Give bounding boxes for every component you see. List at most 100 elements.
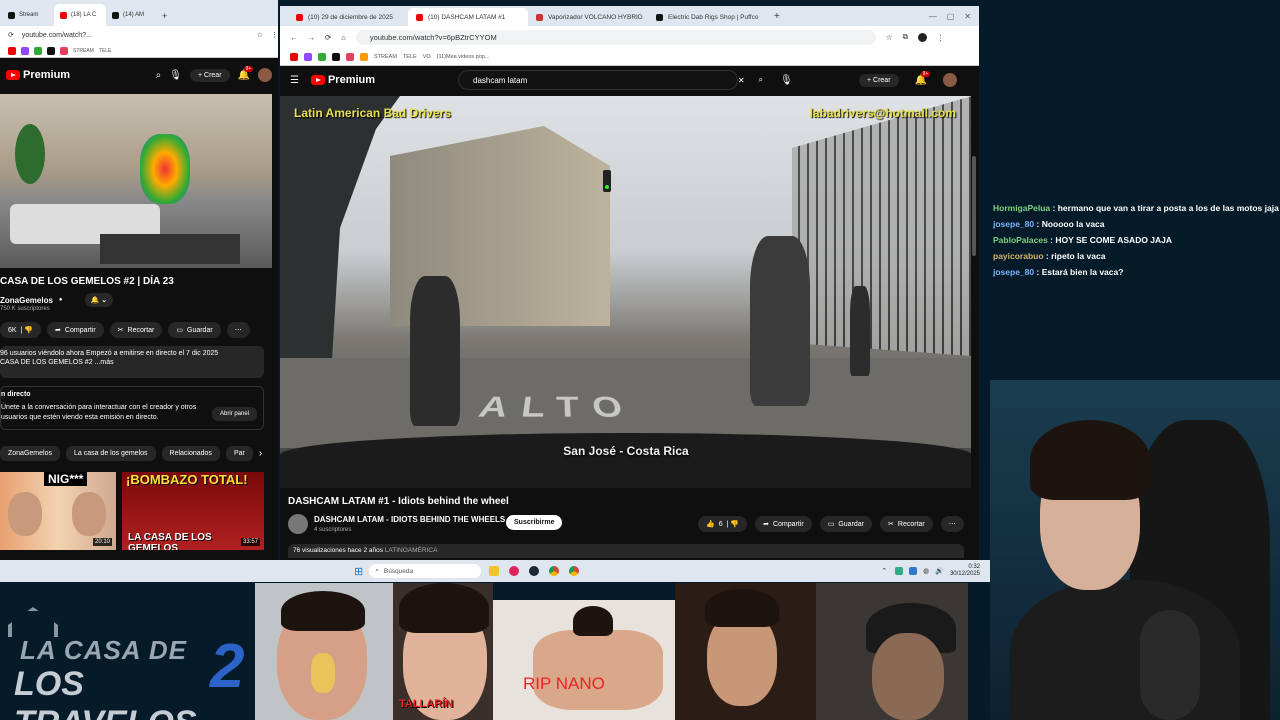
left-tab-3[interactable]: (14) AM <box>106 4 158 26</box>
mic-icon[interactable]: 🎙 <box>169 70 182 81</box>
right-tab-1[interactable]: (10) 29 de diciembre de 2025 <box>288 8 408 26</box>
close-window-icon[interactable]: ✕ <box>964 12 971 21</box>
tray-app-icon-2[interactable] <box>909 567 918 575</box>
left-video-player[interactable] <box>0 94 272 268</box>
bookmark-folder-stream[interactable]: STREAM <box>374 54 397 60</box>
instagram-bookmark-icon[interactable] <box>346 52 354 61</box>
app-icon[interactable] <box>509 566 520 576</box>
network-icon[interactable]: ◍ <box>923 567 929 575</box>
clear-search-icon[interactable]: ✕ <box>738 76 745 85</box>
chip-relacionados[interactable]: Relacionados <box>161 446 220 461</box>
chip-par[interactable]: Par <box>225 446 253 461</box>
youtube-premium-logo[interactable]: Premium <box>6 69 70 81</box>
bookmark-star-icon[interactable]: ☆ <box>886 33 893 42</box>
share-button[interactable]: ➦ Compartir <box>47 322 104 338</box>
recommended-thumb-1[interactable]: NIG*** 20:10 <box>0 472 116 550</box>
taskbar-search-input[interactable]: ⌕ Búsqueda <box>369 564 482 578</box>
right-tab-4[interactable]: Electric Dab Rigs Shop | Puffco <box>648 8 768 26</box>
extensions-icon[interactable]: ⋮ <box>271 31 278 39</box>
main-description-box[interactable]: 76 visualizaciones hace 2 años LATINOAMÉ… <box>288 544 964 558</box>
left-url-field[interactable]: youtube.com/watch?... <box>22 32 249 39</box>
right-url-field[interactable]: youtube.com/watch?v=6pBZtrCYYOM <box>355 29 876 45</box>
kick-bookmark-icon[interactable] <box>34 46 42 55</box>
clip-button[interactable]: ✂ Recortar <box>109 322 163 338</box>
save-button[interactable]: ▭ Guardar <box>819 516 873 532</box>
new-tab-icon[interactable]: + <box>774 11 780 22</box>
bookmark-folder-tele[interactable]: TELE <box>403 54 417 60</box>
youtube-bookmark-icon[interactable] <box>8 46 16 55</box>
taskbar-clock[interactable]: 0:32 30/12/2025 <box>950 564 980 578</box>
back-icon[interactable]: ← <box>290 33 298 42</box>
new-tab-icon[interactable]: + <box>162 11 167 21</box>
reload-icon[interactable]: ⟳ <box>325 33 331 42</box>
recommended-thumb-2[interactable]: ¡BOMBAZO TOTAL! LA CASA DE LOS GEMELOS 3… <box>122 472 264 550</box>
bookmark-folder-tele[interactable]: TELE <box>99 48 112 54</box>
avatar[interactable] <box>943 73 957 87</box>
twitch-bookmark-icon[interactable] <box>304 52 312 61</box>
right-tab-3[interactable]: Vaporizador VOLCANO HYBRID <box>528 8 648 26</box>
chip-casa-gemelos[interactable]: La casa de los gemelos <box>65 446 156 461</box>
windows-start-icon[interactable]: ⊞ <box>354 565 363 578</box>
hamburger-menu-icon[interactable]: ☰ <box>290 75 299 86</box>
chrome-icon-2[interactable] <box>569 566 580 576</box>
search-input[interactable]: dashcam latam ✕ ⌕ <box>458 70 763 90</box>
chevron-right-icon[interactable]: › <box>259 448 262 459</box>
right-tab-2[interactable]: (10) DASHCAM LATAM #1 <box>408 8 528 26</box>
volume-icon[interactable]: 🔊 <box>935 567 944 575</box>
bookmark-folder-vo[interactable]: VO <box>423 54 431 60</box>
tray-chevron-icon[interactable]: ⌃ <box>881 567 887 575</box>
bookmark-folder-stream[interactable]: STREAM <box>73 48 94 54</box>
home-icon[interactable]: ⌂ <box>341 33 346 42</box>
notifications-icon[interactable]: 🔔 9+ <box>915 70 931 86</box>
main-video-player[interactable]: ALTO Latin American Bad Drivers labadriv… <box>280 96 972 488</box>
menu-dots-icon[interactable]: ⋮ <box>937 33 945 42</box>
left-channel-name[interactable]: ZonaGemelos <box>0 296 53 305</box>
tiktok-bookmark-icon[interactable] <box>332 52 340 61</box>
file-explorer-icon[interactable] <box>489 566 500 576</box>
instagram-bookmark-icon[interactable] <box>60 46 68 55</box>
search-icon[interactable]: ⌕ <box>156 70 162 81</box>
channel-avatar[interactable] <box>288 514 308 534</box>
scrollbar[interactable] <box>971 96 977 536</box>
minimize-icon[interactable]: — <box>929 12 937 21</box>
main-channel-name[interactable]: DASHCAM LATAM - IDIOTS BEHIND THE WHEELS <box>314 515 505 524</box>
profile-icon[interactable] <box>917 32 927 42</box>
open-panel-button[interactable]: Abrir panel <box>211 407 257 421</box>
left-tab-1[interactable]: Stream <box>2 4 54 26</box>
tiktok-bookmark-icon[interactable] <box>47 46 55 55</box>
forward-icon[interactable]: → <box>308 33 316 42</box>
mic-icon[interactable]: 🎙 <box>780 75 793 86</box>
steam-icon[interactable] <box>529 566 540 576</box>
more-options-icon[interactable]: ⋯ <box>940 516 964 532</box>
extensions-icon[interactable]: ⧉ <box>903 32 908 42</box>
save-button[interactable]: ▭ Guardar <box>168 322 221 338</box>
youtube-premium-logo[interactable]: Premium <box>310 74 375 86</box>
twitch-bookmark-icon[interactable] <box>21 46 29 55</box>
create-button[interactable]: + Crear <box>189 68 230 82</box>
youtube-bookmark-icon[interactable] <box>290 52 298 61</box>
subscribe-button[interactable]: Suscribirme <box>506 515 563 530</box>
create-button[interactable]: + Crear <box>858 73 899 87</box>
more-options-icon[interactable]: ⋯ <box>226 322 250 338</box>
notifications-icon[interactable]: 🔔 9+ <box>238 65 254 81</box>
youtube-favicon-icon <box>416 13 423 21</box>
maximize-icon[interactable]: ▢ <box>947 12 955 21</box>
amazon-bookmark-icon[interactable] <box>360 52 368 61</box>
bookmark-mea-videos[interactable]: (11)Mea videos pop... <box>437 54 490 60</box>
left-tab-2[interactable]: (18) LA C <box>54 4 106 26</box>
chip-zonagemelos[interactable]: ZonaGemelos <box>0 446 60 461</box>
like-button[interactable]: 6K | 👎 <box>0 322 42 338</box>
kick-bookmark-icon[interactable] <box>318 52 326 61</box>
reload-icon[interactable]: ⟳ <box>8 31 14 39</box>
search-icon[interactable]: ⌕ <box>759 75 763 85</box>
like-button[interactable]: 👍 6 | 👎 <box>698 516 748 532</box>
notification-bell-button[interactable]: 🔔 ⌄ <box>84 293 114 307</box>
bookmark-star-icon[interactable]: ☆ <box>257 31 263 39</box>
tray-app-icon[interactable] <box>895 567 904 575</box>
chrome-icon[interactable] <box>549 566 560 576</box>
shop-favicon-icon <box>536 13 543 21</box>
avatar[interactable] <box>258 68 272 82</box>
left-description-box[interactable]: 96 usuarios viéndolo ahora Empezó a emit… <box>0 346 264 378</box>
share-button[interactable]: ➦ Compartir <box>755 516 812 532</box>
clip-button[interactable]: ✂ Recortar <box>880 516 933 532</box>
